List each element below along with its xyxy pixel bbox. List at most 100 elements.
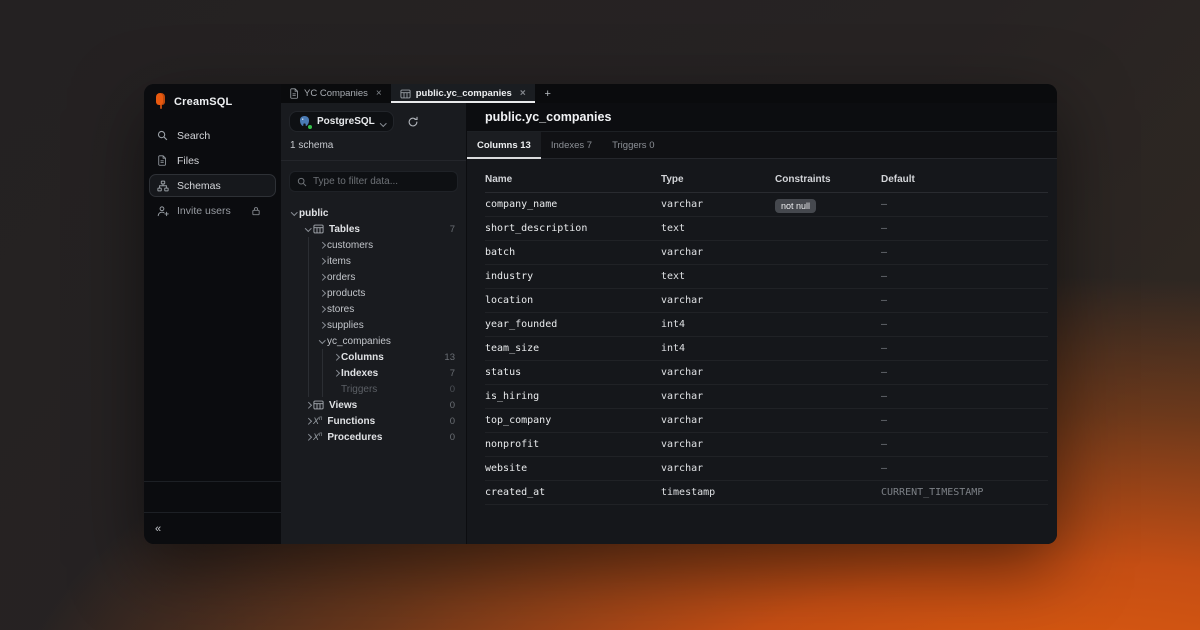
tree-node-tables[interactable]: Tables7 — [281, 221, 466, 237]
tree-node-functions[interactable]: XnFunctions0 — [281, 413, 466, 429]
sidebar-item-files[interactable]: Files — [149, 149, 276, 172]
sidebar-item-schemas[interactable]: Schemas — [149, 174, 276, 197]
cell-default: – — [881, 439, 1048, 450]
table-icon — [313, 400, 324, 410]
tree-node-label: items — [327, 256, 351, 267]
tree-node-label: stores — [327, 304, 354, 315]
creamsql-logo-icon — [155, 93, 166, 110]
detail-tab-triggers[interactable]: Triggers 0 — [602, 132, 664, 158]
chevron-right-icon — [303, 418, 313, 424]
column-header-default: Default — [881, 174, 1048, 185]
column-header-name: Name — [485, 174, 661, 185]
table-row[interactable]: nonprofitvarchar– — [485, 433, 1048, 457]
connection-name: PostgreSQL — [317, 116, 375, 127]
tab-public-yc-companies[interactable]: public.yc_companies× — [391, 84, 535, 103]
background-gradient: CreamSQL SearchFilesSchemasInvite users … — [0, 0, 1200, 630]
cell-default: – — [881, 415, 1048, 426]
refresh-button[interactable] — [407, 116, 419, 128]
tree-node-label: Procedures — [327, 432, 382, 443]
cell-default: – — [881, 319, 1048, 330]
cell-default: – — [881, 391, 1048, 402]
cell-type: varchar — [661, 391, 775, 402]
cell-default: – — [881, 271, 1048, 282]
cell-name: location — [485, 295, 661, 306]
search-icon — [156, 130, 169, 141]
cell-default: – — [881, 247, 1048, 258]
cell-default: – — [881, 223, 1048, 234]
main-panel: public.yc_companies Columns 13Indexes 7T… — [467, 103, 1057, 544]
cell-default: – — [881, 463, 1048, 474]
tree-node-count: 13 — [444, 352, 455, 363]
cell-name: website — [485, 463, 661, 474]
sidebar-item-search[interactable]: Search — [149, 124, 276, 147]
sidebar-nav: Search Files Schemas Invite users — [144, 123, 281, 223]
table-row[interactable]: statusvarchar– — [485, 361, 1048, 385]
column-header-type: Type — [661, 174, 775, 185]
cell-type: varchar — [661, 199, 775, 210]
cell-type: varchar — [661, 247, 775, 258]
sidebar-item-invite-users[interactable]: Invite users — [149, 199, 276, 222]
chevron-right-icon — [317, 242, 327, 248]
tree-node-count: 7 — [450, 368, 455, 379]
close-tab-icon[interactable]: × — [520, 89, 526, 99]
chevron-right-icon — [317, 290, 327, 296]
cell-type: varchar — [661, 415, 775, 426]
table-row[interactable]: is_hiringvarchar – — [485, 385, 1048, 409]
table-row[interactable]: websitevarchar – — [485, 457, 1048, 481]
brand: CreamSQL — [144, 84, 281, 117]
table-row[interactable]: company_namevarcharnot null– — [485, 193, 1048, 217]
cell-default: – — [881, 367, 1048, 378]
chevron-down-icon — [303, 226, 313, 232]
sidebar-bottom-block — [144, 482, 281, 512]
cell-name: team_size — [485, 343, 661, 354]
connection-row: PostgreSQL — [281, 103, 466, 132]
tree-node-public[interactable]: public — [281, 205, 466, 221]
table-row[interactable]: short_descriptiontext– — [485, 217, 1048, 241]
cell-name: is_hiring — [485, 391, 661, 402]
tree-node-label: Triggers — [341, 384, 377, 395]
table-row[interactable]: industrytext– — [485, 265, 1048, 289]
tree-indent-guide — [322, 349, 323, 397]
tree-node-views[interactable]: Views0 — [281, 397, 466, 413]
tree-node-label: Indexes — [341, 368, 378, 379]
chevron-down-icon — [317, 338, 327, 344]
new-tab-button[interactable]: + — [535, 84, 561, 103]
search-icon — [297, 177, 307, 187]
table-header-row: NameTypeConstraintsDefault — [485, 167, 1048, 193]
table-row[interactable]: locationvarchar– — [485, 289, 1048, 313]
cell-type: varchar — [661, 463, 775, 474]
table-row[interactable]: created_attimestampCURRENT_TIMESTAMP — [485, 481, 1048, 505]
table-row[interactable]: team_sizeint4– — [485, 337, 1048, 361]
cell-type: varchar — [661, 439, 775, 450]
collapse-sidebar-button[interactable]: « — [155, 523, 161, 535]
sidebar-item-label: Schemas — [177, 180, 221, 192]
postgresql-icon — [298, 115, 311, 128]
columns-table: NameTypeConstraintsDefaultcompany_nameva… — [467, 159, 1057, 505]
cell-name: created_at — [485, 487, 661, 498]
table-row[interactable]: year_foundedint4– — [485, 313, 1048, 337]
filter-input[interactable] — [313, 176, 450, 187]
cell-name: batch — [485, 247, 661, 258]
connection-selector[interactable]: PostgreSQL — [289, 111, 394, 132]
tree-node-procedures[interactable]: XnProcedures0 — [281, 429, 466, 445]
fx-icon: Xn — [313, 432, 322, 442]
cell-type: varchar — [661, 367, 775, 378]
file-icon — [156, 155, 169, 166]
tree-node-label: yc_companies — [327, 336, 391, 347]
table-icon — [400, 89, 411, 99]
table-row[interactable]: top_companyvarchar– — [485, 409, 1048, 433]
sidebar-item-label: Files — [177, 155, 199, 167]
close-tab-icon[interactable]: × — [376, 89, 382, 99]
detail-tab-columns[interactable]: Columns 13 — [467, 132, 541, 158]
tree-node-label: Views — [329, 400, 357, 411]
content-area: PostgreSQL 1 schema — [281, 103, 1057, 544]
table-row[interactable]: batchvarchar – — [485, 241, 1048, 265]
schema-tree: publicTables7customersitemsordersproduct… — [281, 205, 466, 544]
cell-type: varchar — [661, 295, 775, 306]
sidebar-footer: « — [144, 513, 281, 544]
detail-tab-indexes[interactable]: Indexes 7 — [541, 132, 602, 158]
tab-yc-companies[interactable]: YC Companies× — [281, 84, 391, 103]
cell-type: timestamp — [661, 487, 775, 498]
chevron-down-icon — [381, 114, 386, 129]
cell-name: short_description — [485, 223, 661, 234]
